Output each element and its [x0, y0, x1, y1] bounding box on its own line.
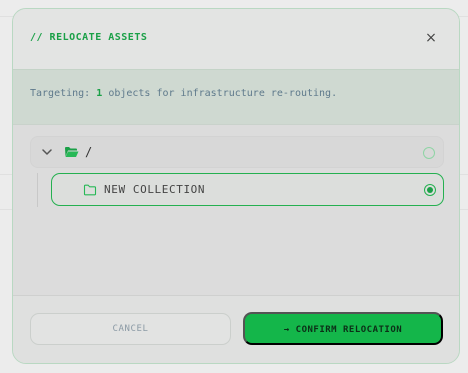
tree-item-new-collection[interactable]: NEW COLLECTION — [51, 173, 444, 206]
targeting-info: Targeting: 1 objects for infrastructure … — [30, 88, 337, 99]
modal-footer: CANCEL → CONFIRM RELOCATION — [13, 295, 459, 363]
radio-button[interactable] — [423, 147, 435, 159]
tree-item-root[interactable]: / — [30, 136, 444, 168]
tree-item-label: / — [85, 145, 93, 159]
info-prefix: Targeting: — [30, 88, 91, 99]
info-suffix: objects for infrastructure re-routing. — [108, 88, 338, 99]
cancel-button[interactable]: CANCEL — [30, 313, 231, 345]
modal-header: // RELOCATE ASSETS × — [13, 9, 459, 69]
tree-item-label: NEW COLLECTION — [104, 183, 206, 196]
object-count: 1 — [96, 88, 103, 99]
folder-icon — [83, 184, 97, 196]
radio-button-selected[interactable] — [424, 184, 436, 196]
modal-title: // RELOCATE ASSETS — [30, 32, 148, 43]
chevron-down-icon[interactable] — [42, 148, 52, 156]
folder-open-icon — [65, 147, 79, 157]
confirm-relocation-button[interactable]: → CONFIRM RELOCATION — [243, 312, 443, 345]
tree-indent-guide — [37, 173, 38, 207]
close-icon[interactable]: × — [423, 30, 439, 46]
relocate-assets-modal: // RELOCATE ASSETS × Targeting: 1 object… — [12, 8, 460, 364]
